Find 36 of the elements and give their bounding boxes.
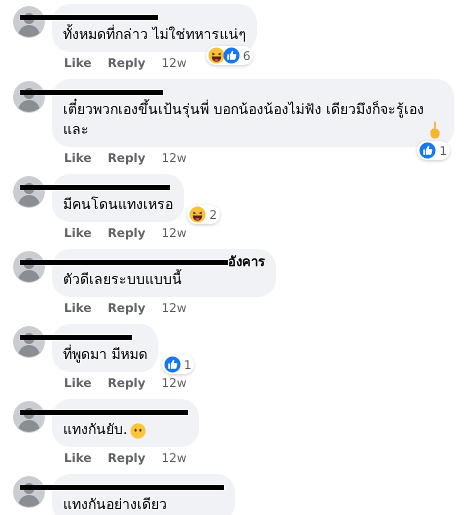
reaction-badge[interactable]: 2 — [187, 205, 220, 224]
commenter-name[interactable]: อังคาร — [228, 255, 265, 270]
reply-link[interactable]: Reply — [108, 226, 146, 240]
reaction-badge[interactable]: 1 — [162, 355, 194, 374]
timestamp: 12w — [161, 451, 187, 465]
comment-text: ที่พูดมา มีหมด — [63, 345, 148, 365]
timestamp: 12w — [161, 301, 187, 315]
emoji-face-icon — [130, 422, 146, 440]
reply-link[interactable]: Reply — [108, 451, 146, 465]
comment-text: ตัวดีเลยระบบแบบนี้ — [63, 270, 182, 290]
comment-text: มีคนโดนแทงเหรอ — [63, 196, 173, 215]
thumbs-up-icon — [222, 47, 240, 64]
reaction-badge[interactable]: 6 — [206, 46, 254, 65]
timestamp: 12w — [161, 226, 187, 240]
comment-text: แทงกันอย่างเดียว — [63, 496, 167, 515]
comment-text: แทงกันยับ. — [63, 421, 128, 440]
laughing-face-icon — [208, 47, 225, 64]
like-link[interactable]: Like — [64, 151, 92, 165]
thumbs-up-icon — [164, 356, 181, 373]
like-link[interactable]: Like — [64, 226, 92, 240]
like-link[interactable]: Like — [64, 301, 92, 315]
thumbs-up-icon — [419, 142, 436, 159]
timestamp: 12w — [161, 376, 187, 390]
reply-link[interactable]: Reply — [108, 376, 146, 390]
laughing-face-icon — [189, 206, 206, 223]
comment-text: เตี๋ยวพวกเองขึ้นเป้นรุ่นพี่ บอกน้องน้องไม่ฟัง เดียวมึงก็จะรู้เอง และ — [63, 100, 424, 140]
timestamp: 12w — [161, 151, 187, 165]
reaction-badge[interactable]: 1 — [417, 141, 450, 160]
reply-link[interactable]: Reply — [108, 301, 146, 315]
like-link[interactable]: Like — [64, 56, 92, 70]
reply-link[interactable]: Reply — [108, 151, 146, 165]
like-link[interactable]: Like — [64, 376, 92, 390]
timestamp: 12w — [161, 56, 187, 70]
comment-text: ทั้งหมดที่กล่าว ไม่ใช่ทหารแน่ๆ — [63, 25, 246, 45]
reply-link[interactable]: Reply — [108, 56, 146, 70]
like-link[interactable]: Like — [64, 451, 92, 465]
